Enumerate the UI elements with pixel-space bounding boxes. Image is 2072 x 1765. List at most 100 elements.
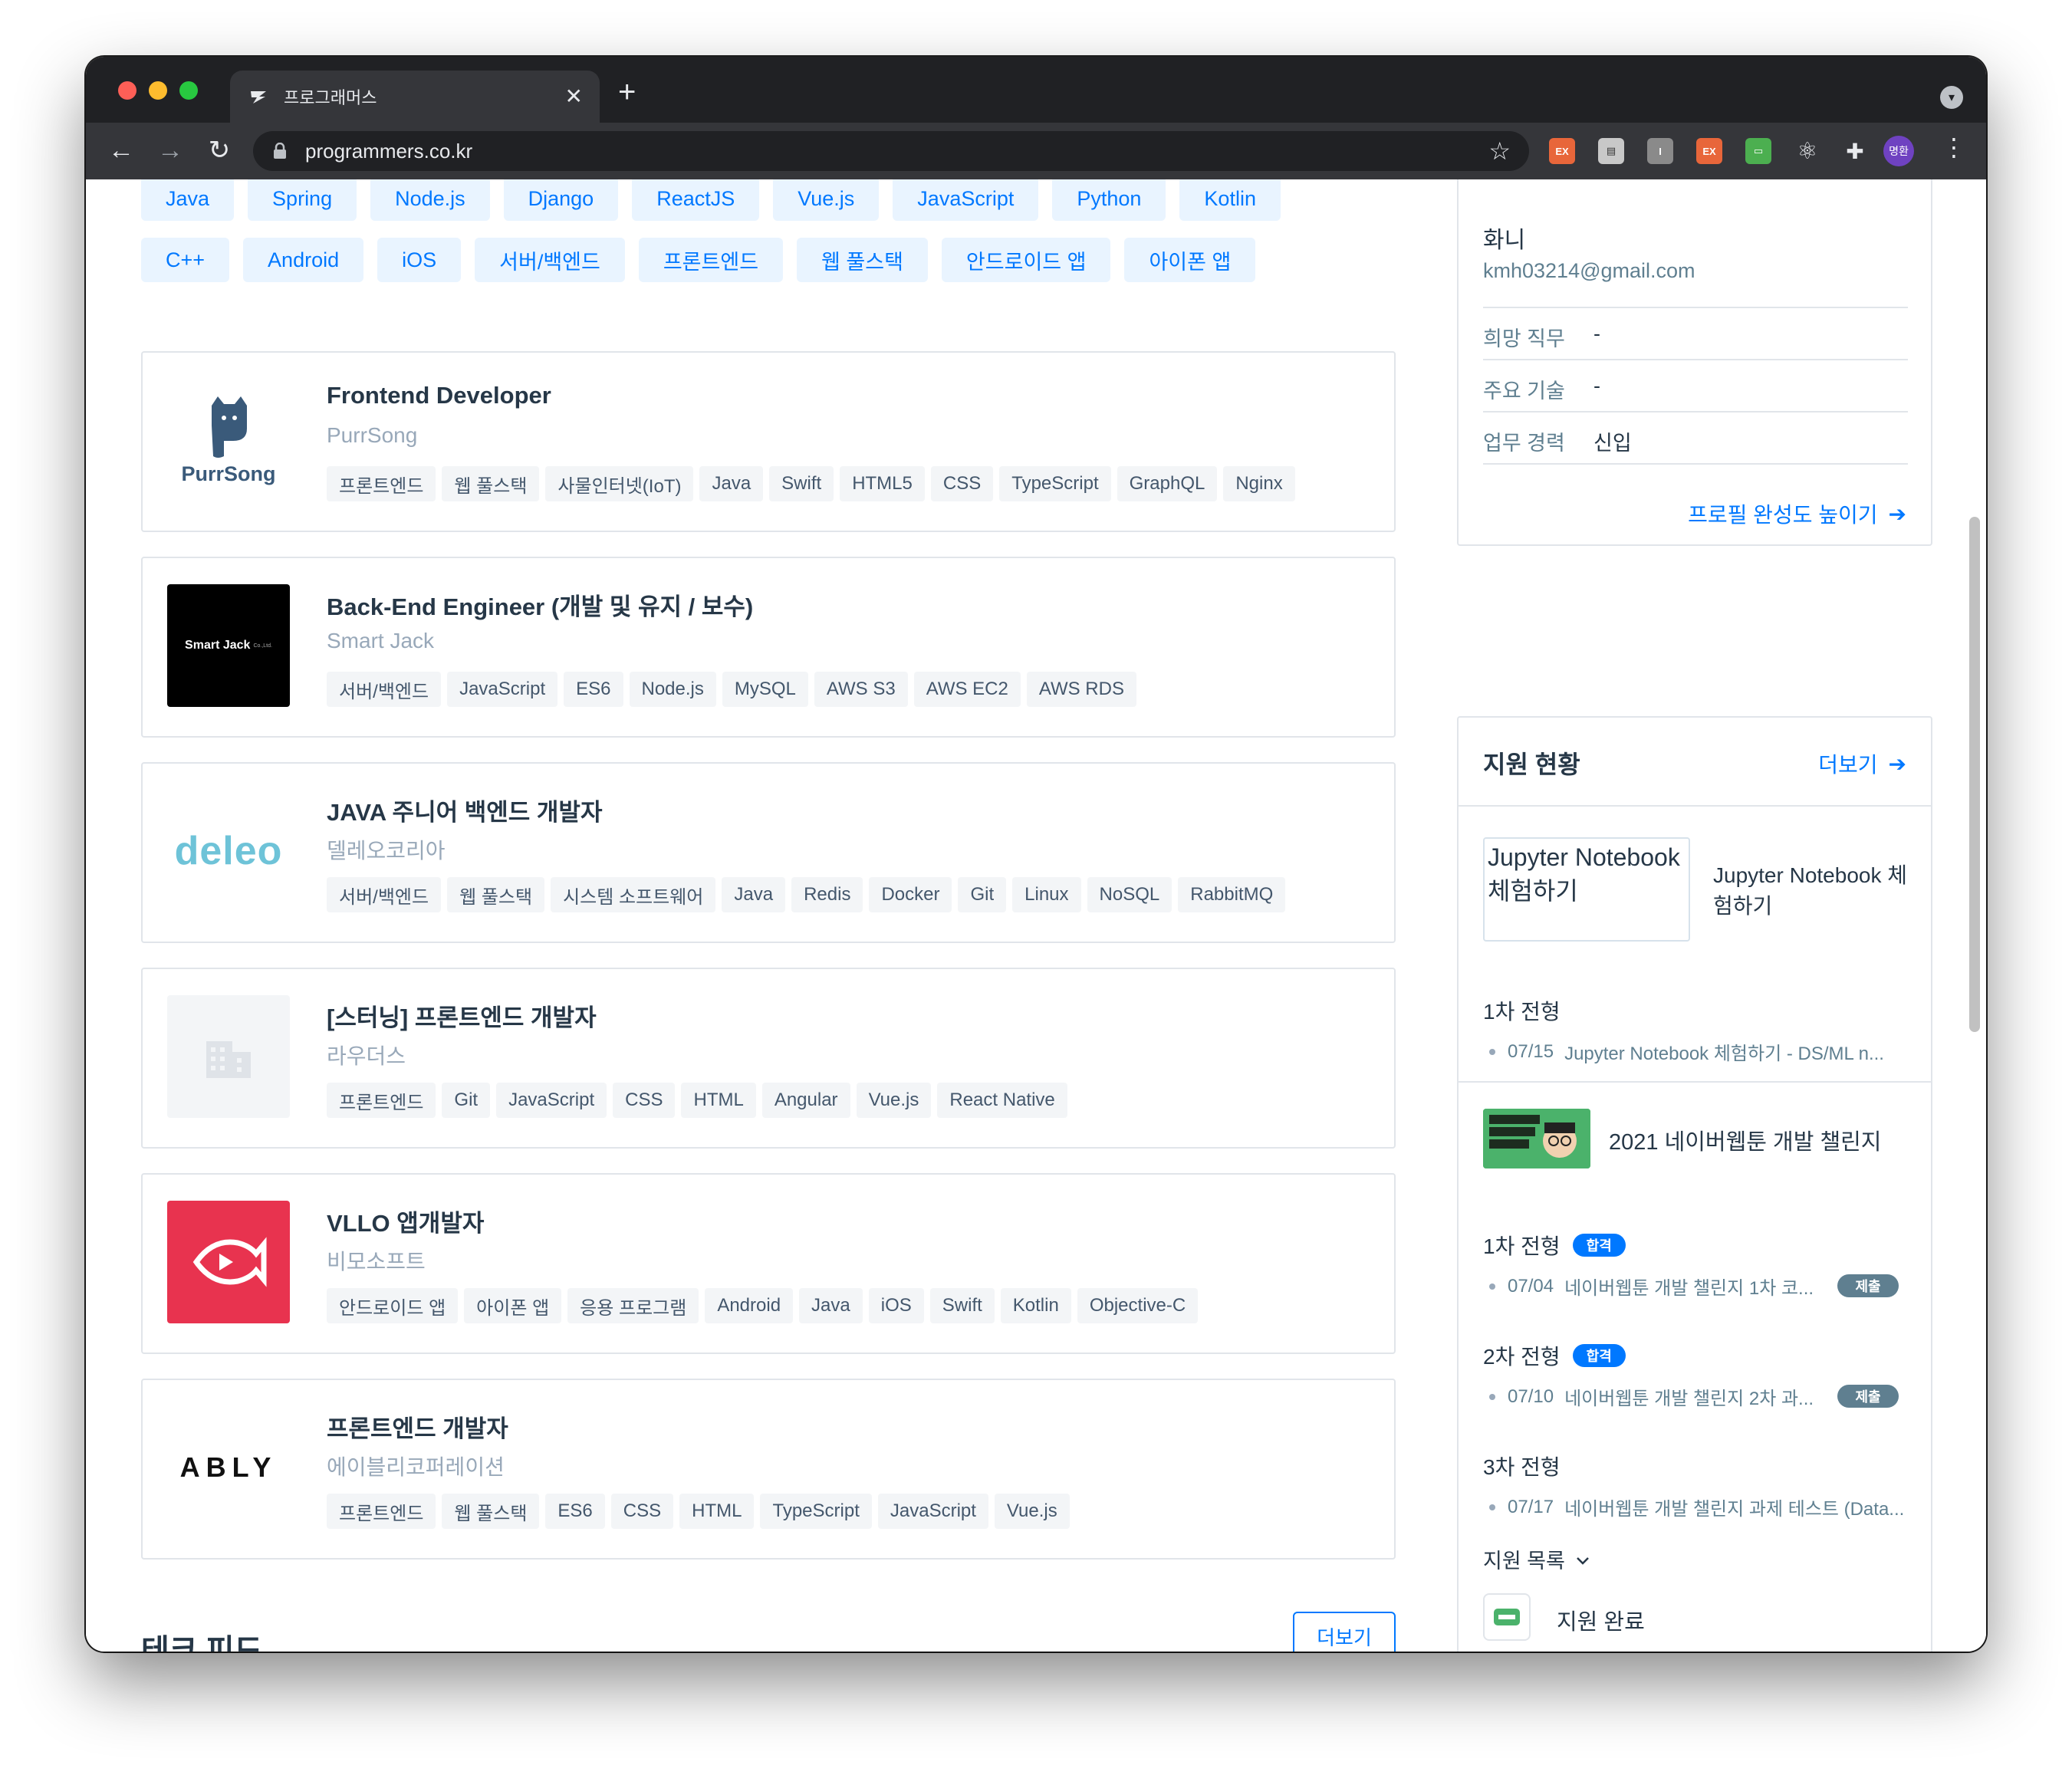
company-logo: Smart Jack Co.,Ltd.: [167, 584, 290, 707]
job-tag: Swift: [929, 1288, 995, 1323]
job-title[interactable]: Back-End Engineer (개발 및 유지 / 보수): [327, 587, 753, 622]
stage-item[interactable]: 07/15 Jupyter Notebook 체험하기 - DS/ML n...: [1489, 1038, 1884, 1065]
skill-chip[interactable]: iOS: [377, 238, 462, 282]
skill-chip[interactable]: 안드로이드 앱: [941, 238, 1111, 282]
close-tab-icon[interactable]: ✕: [565, 86, 583, 107]
job-card[interactable]: PurrSong Frontend Developer PurrSong 프론트…: [141, 351, 1396, 532]
page-scrollbar[interactable]: [1969, 517, 1980, 1032]
browser-tab[interactable]: 프로그래머스 ✕: [230, 71, 600, 123]
skill-chip[interactable]: Django: [503, 179, 619, 221]
skill-chip[interactable]: C++: [141, 238, 230, 282]
forward-arrow-icon[interactable]: →: [153, 133, 187, 167]
reload-icon[interactable]: ↻: [202, 133, 236, 167]
job-tag: 서버/백엔드: [327, 877, 442, 912]
profile-row: 업무 경력 신입: [1483, 426, 1632, 456]
job-tag: Git: [958, 877, 1007, 912]
job-tag: HTML5: [840, 466, 925, 501]
job-title[interactable]: 프론트엔드 개발자: [327, 1409, 508, 1444]
job-tag: Java: [799, 1288, 863, 1323]
divider: [1483, 359, 1908, 360]
skill-chip[interactable]: 아이폰 앱: [1124, 238, 1256, 282]
job-card[interactable]: ABLY 프론트엔드 개발자 에이블리코퍼레이션 프론트엔드 웹 풀스택 ES6…: [141, 1379, 1396, 1560]
profile-row-value: -: [1593, 322, 1600, 345]
application-more-link[interactable]: 더보기 ➔: [1818, 748, 1906, 779]
skill-filter-row-2: C++ Android iOS 서버/백엔드 프론트엔드 웹 풀스택 안드로이드…: [141, 238, 1256, 282]
job-tags: 안드로이드 앱 아이폰 앱 응용 프로그램 Android Java iOS S…: [327, 1288, 1199, 1323]
job-tag: JavaScript: [877, 1494, 988, 1529]
skill-chip[interactable]: ReactJS: [632, 179, 760, 221]
extension-i-icon[interactable]: I: [1647, 138, 1673, 164]
application-list-toggle[interactable]: 지원 목록: [1483, 1544, 1590, 1574]
skill-chip[interactable]: Vue.js: [773, 179, 880, 221]
title-bar: 프로그래머스 ✕ + ▾: [86, 57, 1986, 123]
job-tag: CSS: [613, 1083, 676, 1118]
divider: [1459, 1081, 1931, 1083]
jupyter-thumbnail[interactable]: Jupyter Notebook 체험하기: [1483, 837, 1690, 942]
extensions-puzzle-icon[interactable]: ✚: [1842, 138, 1868, 164]
extension-ex-icon[interactable]: EX: [1549, 138, 1575, 164]
job-card[interactable]: Smart Jack Co.,Ltd. Back-End Engineer (개…: [141, 557, 1396, 738]
company-name: 비모소프트: [327, 1250, 426, 1274]
job-title[interactable]: [스터닝] 프론트엔드 개발자: [327, 998, 597, 1033]
job-title[interactable]: JAVA 주니어 백엔드 개발자: [327, 793, 602, 827]
tech-feed-more-button[interactable]: 더보기: [1293, 1612, 1396, 1652]
profile-name: 화니: [1483, 228, 1526, 253]
minimize-window-button[interactable]: [149, 81, 167, 100]
job-card[interactable]: [스터닝] 프론트엔드 개발자 라우더스 프론트엔드 Git JavaScrip…: [141, 968, 1396, 1149]
extension-ex-icon-2[interactable]: EX: [1696, 138, 1722, 164]
skill-chip[interactable]: 웹 풀스택: [797, 238, 928, 282]
job-tags: 서버/백엔드 JavaScript ES6 Node.js MySQL AWS …: [327, 672, 1136, 707]
job-card[interactable]: VLLO 앱개발자 비모소프트 안드로이드 앱 아이폰 앱 응용 프로그램 An…: [141, 1173, 1396, 1354]
skill-chip[interactable]: Node.js: [370, 179, 490, 221]
job-card[interactable]: deleo JAVA 주니어 백엔드 개발자 델레오코리아 서버/백엔드 웹 풀…: [141, 762, 1396, 943]
vllo-fish-logo-icon: [167, 1201, 290, 1323]
new-tab-button[interactable]: +: [618, 77, 636, 107]
company-logo-subtext: Co.,Ltd.: [253, 643, 272, 649]
close-window-button[interactable]: [118, 81, 136, 100]
naver-challenge-title[interactable]: 2021 네이버웹툰 개발 챌린지: [1609, 1124, 1882, 1156]
stage-item[interactable]: 07/04 네이버웹툰 개발 챌린지 1차 코...: [1489, 1273, 1814, 1300]
skill-chip[interactable]: 프론트엔드: [638, 238, 784, 282]
react-devtools-icon[interactable]: ⚛: [1794, 138, 1820, 164]
stage-name: 2차 전형: [1483, 1345, 1561, 1369]
skill-chip[interactable]: Python: [1052, 179, 1166, 221]
stage-item[interactable]: 07/17 네이버웹툰 개발 챌린지 과제 테스트 (Data...: [1489, 1494, 1904, 1520]
extension-screen-icon[interactable]: ▭: [1745, 138, 1771, 164]
skill-chip[interactable]: JavaScript: [893, 179, 1039, 221]
bookmark-star-icon[interactable]: ☆: [1488, 136, 1511, 166]
more-menu-icon[interactable]: ⋮: [1942, 135, 1966, 159]
profile-row-value: -: [1593, 374, 1600, 397]
job-tags: 프론트엔드 Git JavaScript CSS HTML Angular Vu…: [327, 1083, 1067, 1118]
job-title[interactable]: VLLO 앱개발자: [327, 1204, 484, 1238]
job-tag: ES6: [545, 1494, 605, 1529]
job-title[interactable]: Frontend Developer: [327, 382, 551, 409]
job-tag: Android: [705, 1288, 794, 1323]
skill-chip[interactable]: Spring: [248, 179, 357, 221]
naver-webtoon-thumbnail[interactable]: [1483, 1109, 1590, 1168]
skill-chip[interactable]: Android: [243, 238, 364, 282]
profile-avatar[interactable]: 명환: [1883, 136, 1914, 166]
maximize-window-button[interactable]: [179, 81, 198, 100]
skill-chip[interactable]: Java: [141, 179, 235, 221]
back-arrow-icon[interactable]: ←: [104, 133, 138, 167]
profile-panel: 화니 kmh03214@gmail.com 희망 직무 - 주요 기술 - 업무…: [1457, 179, 1932, 546]
tab-search-icon[interactable]: ▾: [1940, 86, 1963, 109]
stage-item-text: 네이버웹툰 개발 챌린지 1차 코...: [1564, 1278, 1814, 1299]
address-bar[interactable]: programmers.co.kr ☆: [253, 131, 1529, 171]
arrow-right-icon: ➔: [1888, 751, 1906, 776]
application-complete-label[interactable]: 지원 완료: [1557, 1604, 1645, 1636]
stage-item[interactable]: 07/10 네이버웹툰 개발 챌린지 2차 과...: [1489, 1383, 1814, 1410]
company-name: 에이블리코퍼레이션: [327, 1455, 505, 1479]
company-logo: deleo: [167, 790, 290, 912]
programmers-favicon-icon: [247, 85, 270, 108]
stage-name: 1차 전형: [1483, 1234, 1561, 1258]
jupyter-title[interactable]: Jupyter Notebook 체험하기: [1713, 860, 1912, 922]
skill-chip[interactable]: Kotlin: [1179, 179, 1281, 221]
job-tag: HTML: [679, 1494, 755, 1529]
improve-profile-link[interactable]: 프로필 완성도 높이기 ➔: [1688, 498, 1906, 529]
extension-folder-icon[interactable]: ▤: [1598, 138, 1624, 164]
page-content: Java Spring Node.js Django ReactJS Vue.j…: [86, 179, 1986, 1652]
company-name: Smart Jack: [327, 629, 435, 652]
job-tag: AWS EC2: [913, 672, 1021, 707]
skill-chip[interactable]: 서버/백엔드: [475, 238, 625, 282]
